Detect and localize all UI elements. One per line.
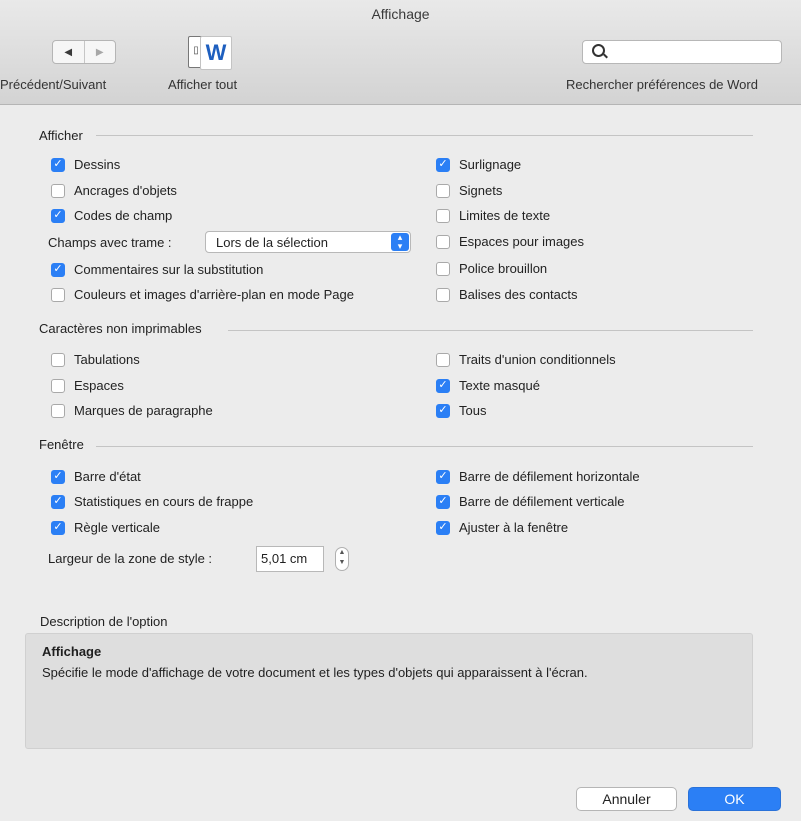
section-title-caracteres: Caractères non imprimables: [39, 321, 202, 336]
show-all-button[interactable]: ▯ W: [188, 36, 234, 70]
checkbox-espaces[interactable]: Espaces: [51, 378, 124, 393]
chevron-updown-icon: ▴ ▾: [391, 233, 409, 251]
cancel-button[interactable]: Annuler: [576, 787, 677, 811]
checkbox-defilement-vertical[interactable]: ✓ Barre de défilement verticale: [436, 494, 624, 509]
checkbox-box[interactable]: [436, 352, 450, 367]
word-icon: W: [200, 36, 232, 70]
checkbox-box[interactable]: [51, 183, 65, 198]
section-divider: [228, 330, 753, 331]
style-width-label: Largeur de la zone de style :: [48, 551, 213, 566]
triangle-left-icon: ◀: [64, 46, 73, 58]
checkbox-box[interactable]: ✓: [51, 157, 65, 172]
checkbox-statistiques[interactable]: ✓ Statistiques en cours de frappe: [51, 494, 253, 509]
section-title-afficher: Afficher: [39, 128, 83, 143]
search-field[interactable]: [582, 40, 782, 64]
checkbox-box[interactable]: [51, 378, 65, 393]
checkbox-box[interactable]: ✓: [436, 403, 450, 418]
checkbox-ancrages[interactable]: Ancrages d'objets: [51, 183, 177, 198]
triangle-right-icon: ▶: [95, 46, 104, 58]
previous-button[interactable]: ◀: [53, 41, 85, 63]
checkbox-ajuster-fenetre[interactable]: ✓ Ajuster à la fenêtre: [436, 520, 568, 535]
section-divider: [96, 135, 753, 136]
stepper-icon[interactable]: ▲ ▼: [335, 547, 349, 571]
checkbox-box[interactable]: [436, 183, 450, 198]
checkbox-box[interactable]: [51, 352, 65, 367]
checkbox-codes-champ[interactable]: ✓ Codes de champ: [51, 208, 172, 223]
checkbox-balises-contacts[interactable]: Balises des contacts: [436, 287, 578, 302]
window-title: Affichage: [371, 6, 430, 22]
checkbox-box[interactable]: ✓: [51, 208, 65, 223]
description-text: Spécifie le mode d'affichage de votre do…: [42, 665, 588, 680]
checkbox-texte-masque[interactable]: ✓ Texte masqué: [436, 378, 540, 393]
checkbox-box[interactable]: [436, 234, 450, 249]
next-button[interactable]: ▶: [85, 41, 116, 63]
description-heading: Affichage: [42, 644, 102, 659]
checkbox-box[interactable]: ✓: [436, 157, 450, 172]
checkbox-box[interactable]: ✓: [436, 494, 450, 509]
checkbox-traits-union[interactable]: Traits d'union conditionnels: [436, 352, 616, 367]
checkbox-box[interactable]: ✓: [51, 494, 65, 509]
checkbox-signets[interactable]: Signets: [436, 183, 502, 198]
search-label: Rechercher préférences de Word: [566, 77, 758, 92]
checkbox-police-brouillon[interactable]: Police brouillon: [436, 261, 547, 276]
checkbox-box[interactable]: ✓: [51, 469, 65, 484]
prev-next-control[interactable]: ◀ ▶: [52, 40, 116, 64]
prev-next-label: Précédent/Suivant: [0, 77, 107, 92]
checkbox-box[interactable]: [436, 261, 450, 276]
checkbox-box[interactable]: ✓: [51, 520, 65, 535]
checkbox-box[interactable]: [51, 287, 65, 302]
trame-value: Lors de la sélection: [216, 235, 329, 250]
checkbox-commentaires[interactable]: ✓ Commentaires sur la substitution: [51, 262, 263, 277]
checkbox-dessins[interactable]: ✓ Dessins: [51, 157, 120, 172]
description-title: Description de l'option: [40, 614, 168, 629]
style-width-field[interactable]: 5,01 cm: [256, 546, 324, 572]
section-title-fenetre: Fenêtre: [39, 437, 84, 452]
checkbox-couleurs-images[interactable]: Couleurs et images d'arrière-plan en mod…: [51, 287, 354, 302]
checkbox-box[interactable]: ✓: [436, 469, 450, 484]
section-divider: [96, 446, 753, 447]
description-box: Affichage Spécifie le mode d'affichage d…: [25, 633, 753, 749]
show-all-label: Afficher tout: [168, 77, 238, 92]
checkbox-box[interactable]: ✓: [436, 378, 450, 393]
checkbox-box[interactable]: [51, 403, 65, 418]
trame-popup[interactable]: Lors de la sélection ▴ ▾: [205, 231, 411, 253]
checkbox-tabulations[interactable]: Tabulations: [51, 352, 140, 367]
checkbox-box[interactable]: [436, 287, 450, 302]
checkbox-regle-verticale[interactable]: ✓ Règle verticale: [51, 520, 160, 535]
checkbox-espaces-images[interactable]: Espaces pour images: [436, 234, 584, 249]
checkbox-limites-texte[interactable]: Limites de texte: [436, 208, 550, 223]
checkbox-barre-etat[interactable]: ✓ Barre d'état: [51, 469, 141, 484]
toolbar: Affichage ◀ ▶ Précédent/Suivant ▯ W Affi…: [0, 0, 801, 105]
search-input[interactable]: [611, 43, 775, 61]
checkbox-box[interactable]: ✓: [436, 520, 450, 535]
checkbox-box[interactable]: [436, 208, 450, 223]
checkbox-tous[interactable]: ✓ Tous: [436, 403, 486, 418]
checkbox-box[interactable]: ✓: [51, 262, 65, 277]
search-icon: [592, 44, 605, 57]
trame-label: Champs avec trame :: [48, 235, 172, 250]
ok-button[interactable]: OK: [688, 787, 781, 811]
checkbox-marques-paragraphe[interactable]: Marques de paragraphe: [51, 403, 213, 418]
checkbox-defilement-horizontal[interactable]: ✓ Barre de défilement horizontale: [436, 469, 640, 484]
checkbox-surlignage[interactable]: ✓ Surlignage: [436, 157, 521, 172]
